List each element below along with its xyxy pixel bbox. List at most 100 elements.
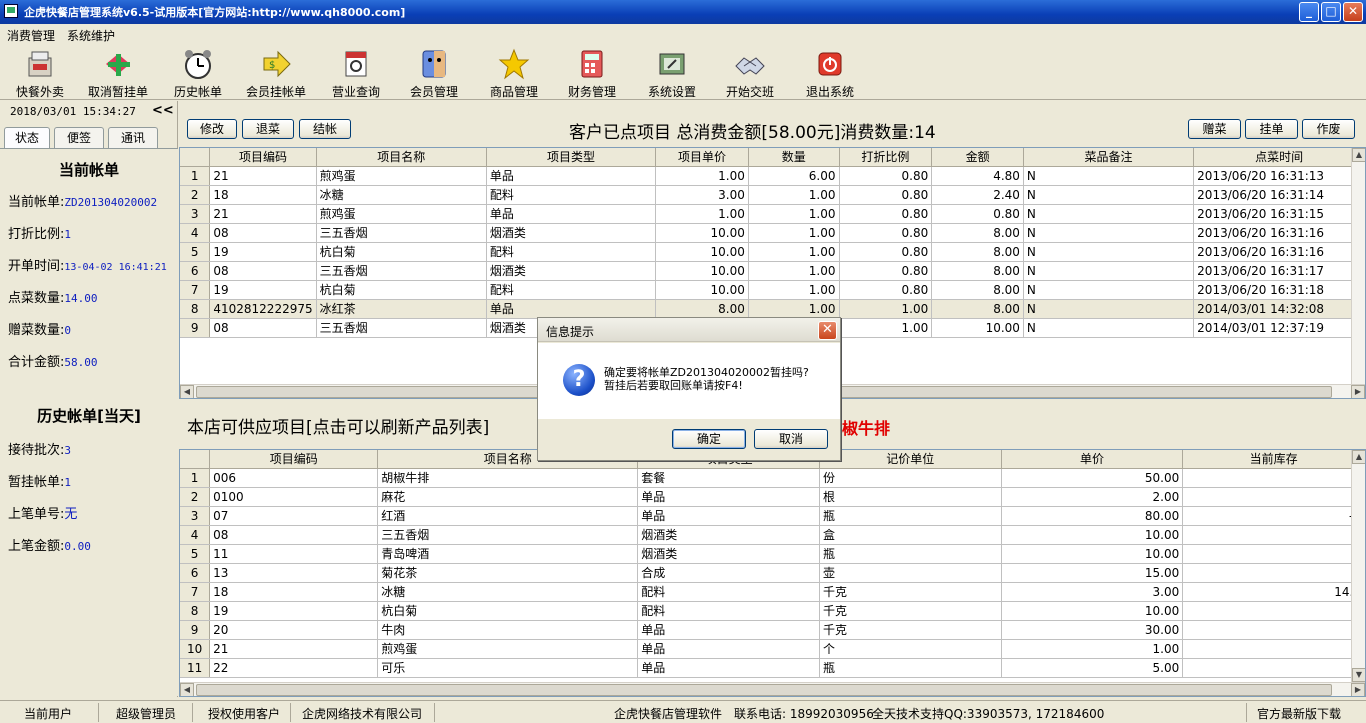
ordered-cell[interactable]: 1.00 [748,261,840,281]
ordered-cell[interactable]: 单品 [486,299,657,319]
products-grid[interactable]: 项目编码项目名称项目类型记价单位单价当前库存 1006胡椒牛排套餐份50.000… [179,449,1366,697]
product-row[interactable]: 7 18 冰糖 配料 千克 3.00 14.1 [180,582,1365,602]
product-cell[interactable]: 10.00 [1001,544,1184,564]
ordered-cell[interactable]: N [1023,185,1195,205]
product-management-button[interactable]: 商品管理 [476,46,552,99]
ordered-cell[interactable]: 0.80 [839,280,933,300]
ordered-cell[interactable]: 1.00 [655,166,749,186]
ordered-row[interactable]: 6 08 三五香烟 烟酒类 10.00 1.00 0.80 8.00 N 2013/06/20 1… [180,261,1365,281]
exit-system-button[interactable]: 退出系统 [792,46,868,99]
ordered-cell[interactable]: 0.80 [839,223,933,243]
product-cell[interactable]: 07 [209,506,379,526]
ordered-cell[interactable]: 煎鸡蛋 [316,204,487,224]
ordered-cell[interactable]: N [1023,299,1195,319]
scroll-left-icon[interactable]: ◀ [180,385,194,398]
ordered-cell[interactable]: 18 [209,185,317,205]
ordered-cell[interactable]: 10.00 [655,242,749,262]
system-settings-button[interactable]: 系统设置 [634,46,710,99]
row-number[interactable]: 5 [180,544,211,564]
scroll-right-icon[interactable]: ▶ [1351,683,1365,696]
ordered-cell[interactable]: 10.00 [655,261,749,281]
ordered-cell[interactable]: 三五香烟 [316,261,487,281]
product-cell[interactable]: 08 [209,525,379,545]
menu-consumption[interactable]: 消费管理 [7,27,55,44]
ordered-cell[interactable]: 2014/03/01 14:32:08 [1193,299,1365,319]
product-cell[interactable]: 单品 [637,658,820,678]
product-cell[interactable]: 0 [1182,525,1365,545]
ordered-row[interactable]: 1 21 煎鸡蛋 单品 1.00 6.00 0.80 4.80 N 2013/06/20 16:3… [180,166,1365,186]
ordered-cell[interactable]: N [1023,166,1195,186]
ordered-cell[interactable]: 8.00 [931,223,1024,243]
row-number[interactable]: 6 [180,563,211,583]
product-cell[interactable]: 麻花 [377,487,639,507]
ordered-cell[interactable]: 1.00 [839,318,933,338]
product-cell[interactable]: 10.00 [1001,601,1184,621]
tab-status[interactable]: 状态 [4,127,50,150]
ordered-cell[interactable]: 2013/06/20 16:31:16 [1193,242,1365,262]
product-cell[interactable]: 10.00 [1001,525,1184,545]
ordered-cell[interactable]: 烟酒类 [486,261,657,281]
product-col-header[interactable]: 单价 [1001,450,1184,469]
ordered-cell[interactable]: 配料 [486,185,657,205]
products-hscroll-thumb[interactable] [196,684,1332,696]
product-cell[interactable]: 11 [209,544,379,564]
product-row[interactable]: 408三五香烟烟酒类盒10.000 [180,525,1365,545]
row-number[interactable]: 6 [180,261,211,281]
row-number[interactable]: 7 [180,582,211,602]
product-cell[interactable]: 单品 [637,620,820,640]
ordered-col-header[interactable]: 点菜时间 [1193,148,1365,167]
product-row[interactable]: 920牛肉单品千克30.000 [180,620,1365,640]
product-cell[interactable]: 根 [819,487,1002,507]
row-number[interactable]: 2 [180,185,211,205]
row-number[interactable]: 10 [180,639,211,659]
dialog-ok-button[interactable]: 确定 [672,429,746,449]
ordered-cell[interactable]: 三五香烟 [316,223,487,243]
ordered-cell[interactable]: 8.00 [931,261,1024,281]
product-cell[interactable]: 菊花茶 [377,563,639,583]
ordered-cell[interactable]: 0.80 [839,166,933,186]
cancel-hold-button[interactable]: 取消暂挂单 [80,46,156,99]
ordered-cell[interactable]: 0.80 [839,185,933,205]
products-vscroll[interactable]: ▲ ▼ [1351,450,1365,682]
ordered-cell[interactable]: 8.00 [931,299,1024,319]
product-cell[interactable]: 三五香烟 [377,525,639,545]
ordered-cell[interactable]: N [1023,280,1195,300]
product-row[interactable]: 307红酒单品瓶80.00-4 [180,506,1365,526]
ordered-cell[interactable]: 冰糖 [316,185,487,205]
return-dish-button[interactable]: 退菜 [242,119,294,139]
ordered-cell[interactable]: 1.00 [748,223,840,243]
product-cell[interactable]: 盒 [819,525,1002,545]
product-cell[interactable]: 青岛啤酒 [377,544,639,564]
row-number[interactable]: 9 [180,620,211,640]
product-cell[interactable]: 7 [1182,544,1365,564]
gift-dish-button[interactable]: 赠菜 [1188,119,1241,139]
row-number[interactable]: 2 [180,487,211,507]
ordered-cell[interactable]: 10.00 [655,280,749,300]
ordered-cell[interactable]: 配料 [486,280,657,300]
business-query-button[interactable]: 营业查询 [318,46,394,99]
products-hscroll[interactable]: ◀ ▶ [180,682,1365,696]
product-cell[interactable]: 瓶 [819,506,1002,526]
product-cell[interactable]: 胡椒牛排 [377,468,639,488]
product-cell[interactable]: 0100 [209,487,379,507]
product-cell[interactable]: 20 [209,620,379,640]
ordered-cell[interactable]: 2013/06/20 16:31:15 [1193,204,1365,224]
ordered-cell[interactable]: 21 [209,166,317,186]
ordered-cell[interactable]: 8.00 [655,299,749,319]
ordered-cell[interactable]: 杭白菊 [316,242,487,262]
ordered-cell[interactable]: 6.00 [748,166,840,186]
finance-management-button[interactable]: 财务管理 [554,46,630,99]
ordered-cell[interactable]: 冰红茶 [316,299,487,319]
product-cell[interactable]: 80.00 [1001,506,1184,526]
ordered-cell[interactable]: 8.00 [931,280,1024,300]
ordered-cell[interactable]: 3.00 [655,185,749,205]
product-cell[interactable]: -4 [1182,506,1365,526]
product-row[interactable]: 819杭白菊配料千克10.009 [180,601,1365,621]
row-number[interactable]: 4 [180,525,211,545]
ordered-cell[interactable]: 0.80 [839,261,933,281]
product-cell[interactable]: 烟酒类 [637,525,820,545]
product-cell[interactable]: 0 [1182,620,1365,640]
ordered-cell[interactable]: 杭白菊 [316,280,487,300]
ordered-cell[interactable]: 19 [209,242,317,262]
product-cell[interactable]: 份 [819,468,1002,488]
